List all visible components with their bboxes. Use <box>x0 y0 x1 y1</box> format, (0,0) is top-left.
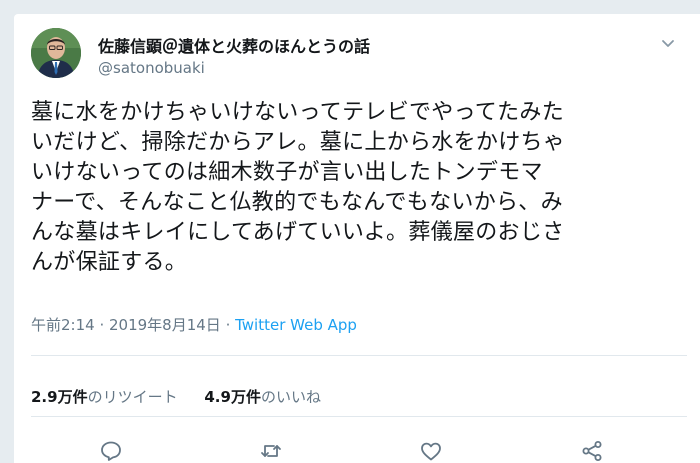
retweets-label: のリツイート <box>87 388 178 406</box>
avatar-photo-icon <box>31 28 81 78</box>
retweet-icon[interactable] <box>259 439 283 463</box>
divider <box>31 416 687 417</box>
tweet-text-line: 墓に水をかけちゃいけないってテレビでやってたみた <box>31 100 565 125</box>
tweet-text-line: いけないってのは細木数子が言い出したトンデモマ <box>31 160 543 185</box>
tweet-text-line: ナーで、そんなこと仏教的でもなんでもないから、み <box>31 190 563 215</box>
tweet-source-link[interactable]: Twitter Web App <box>235 316 357 334</box>
chevron-down-icon[interactable] <box>659 34 677 52</box>
avatar[interactable] <box>31 28 81 78</box>
likes-stat[interactable]: 4.9万件のいいね <box>204 388 321 406</box>
author-handle[interactable]: @satonobuaki <box>98 59 205 77</box>
reply-icon[interactable] <box>99 439 123 463</box>
meta-separator: · <box>220 316 236 334</box>
tweet-timestamp[interactable]: 午前2:14 · 2019年8月14日 <box>31 316 221 334</box>
tweet-text: 墓に水をかけちゃいけないってテレビでやってたみた いだけど、掃除だからアレ。墓に… <box>31 98 671 278</box>
tweet-card: 佐藤信顕＠遺体と火葬のほんとうの話 @satonobuaki 墓に水をかけちゃい… <box>14 14 700 463</box>
retweets-count: 2.9万件 <box>31 388 88 406</box>
likes-label: のいいね <box>260 388 321 406</box>
heart-icon[interactable] <box>419 439 443 463</box>
author-name[interactable]: 佐藤信顕＠遺体と火葬のほんとうの話 <box>98 33 370 57</box>
tweet-text-line: んが保証する。 <box>31 250 188 275</box>
divider <box>31 355 687 356</box>
tweet-text-line: んな墓はキレイにしてあげていいよ。葬儀屋のおじさ <box>31 220 565 245</box>
tweet-meta: 午前2:14 · 2019年8月14日 · Twitter Web App <box>31 314 357 335</box>
likes-count: 4.9万件 <box>204 388 261 406</box>
tweet-stats: 2.9万件のリツイート 4.9万件のいいね <box>31 386 343 407</box>
share-icon[interactable] <box>580 439 604 463</box>
tweet-text-line: いだけど、掃除だからアレ。墓に上から水をかけちゃ <box>31 130 566 155</box>
retweets-stat[interactable]: 2.9万件のリツイート <box>31 388 178 406</box>
